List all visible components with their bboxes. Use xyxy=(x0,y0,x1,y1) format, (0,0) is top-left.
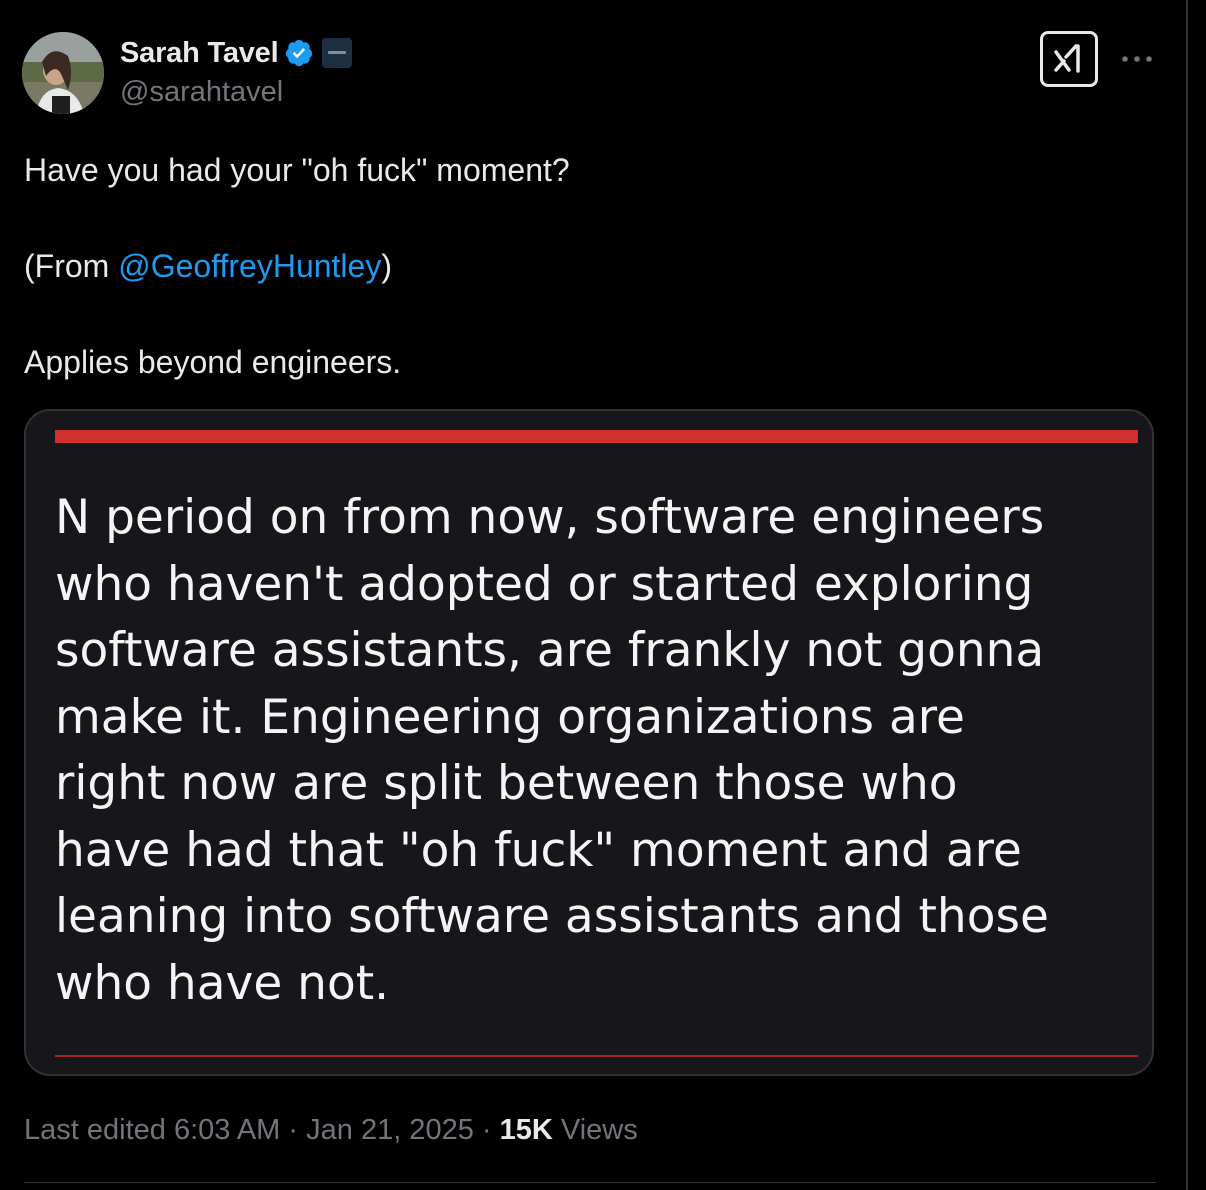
quote-line: make it. Engineering organizations are xyxy=(55,689,965,745)
verified-badge-icon[interactable] xyxy=(284,38,314,68)
tweet-text-segment: ) xyxy=(381,248,392,284)
quote-line: leaning into software assistants and tho… xyxy=(55,889,1049,944)
mention-link[interactable]: @GeoffreyHuntley xyxy=(118,248,381,284)
tweet-line: Have you had your "oh fuck" moment? xyxy=(24,152,570,188)
column-divider xyxy=(1186,0,1188,1190)
meta-separator: · xyxy=(280,1113,307,1146)
author-handle[interactable]: @sarahtavel xyxy=(120,76,283,109)
avatar[interactable] xyxy=(22,32,104,114)
media-quote-text: N period on from now, software engineers… xyxy=(55,485,1145,1017)
quote-line: have had that "oh fuck" moment and are xyxy=(55,822,1022,878)
media-bottom-rule xyxy=(55,1055,1138,1057)
quote-line: who have not. xyxy=(55,955,390,1011)
meta-separator: · xyxy=(473,1113,500,1146)
bottom-divider xyxy=(24,1182,1156,1183)
views-label: Views xyxy=(560,1113,638,1146)
media-accent-bar xyxy=(55,430,1138,443)
tweet-line: Applies beyond engineers. xyxy=(24,344,402,380)
more-options-button[interactable] xyxy=(1117,44,1157,74)
quote-line: who haven't adopted or started exploring xyxy=(55,556,1034,612)
more-icon xyxy=(1122,56,1152,62)
tweet-text: Have you had your "oh fuck" moment? (Fro… xyxy=(24,146,1154,386)
tweet-text-segment: (From xyxy=(24,248,119,284)
profile-photo-icon xyxy=(22,32,104,114)
author-display-name[interactable]: Sarah Tavel xyxy=(120,37,279,70)
tweet-line: (From @GeoffreyHuntley) xyxy=(24,242,1154,290)
quote-line: right now are split between those who xyxy=(55,756,958,811)
author-name-row: Sarah Tavel xyxy=(120,33,353,73)
grok-button[interactable] xyxy=(1040,31,1098,87)
tweet-meta: Last edited 6:03 AM · Jan 21, 2025 · 15K… xyxy=(24,1110,638,1150)
views-count[interactable]: 15K xyxy=(500,1114,553,1147)
quote-line: software assistants, are frankly not gon… xyxy=(55,623,1045,678)
tweet-media-image[interactable]: N period on from now, software engineers… xyxy=(24,409,1154,1076)
post-date[interactable]: Jan 21, 2025 xyxy=(306,1114,474,1147)
grok-icon xyxy=(1054,44,1080,73)
edited-timestamp[interactable]: Last edited 6:03 AM xyxy=(24,1114,280,1147)
affiliate-badge-icon[interactable] xyxy=(322,38,353,68)
quote-line: N period on from now, software engineers xyxy=(55,490,1045,545)
